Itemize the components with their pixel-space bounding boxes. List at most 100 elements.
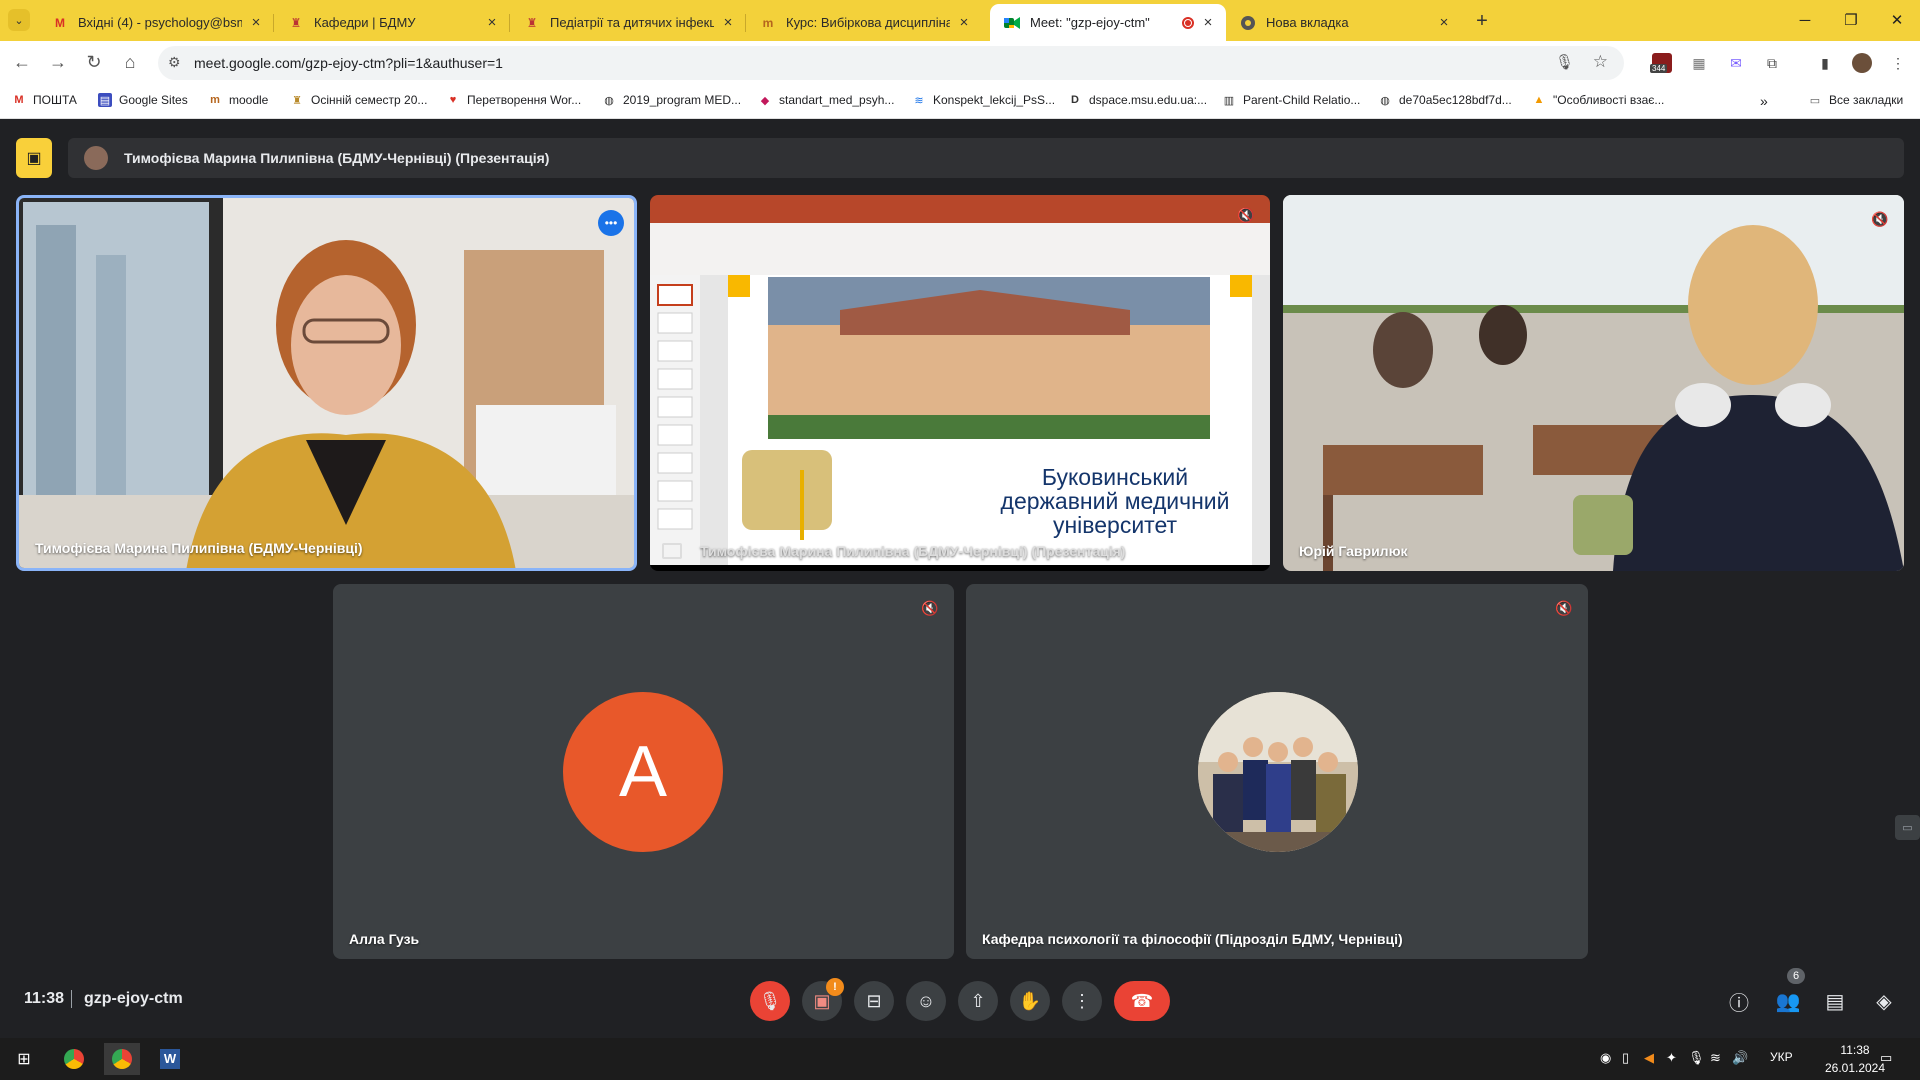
video-tile-classroom[interactable]: 🔇 Юрій Гаврилюк (1283, 195, 1904, 571)
bdmu-icon: ♜ (526, 15, 538, 30)
more-options-button[interactable]: ⋮ (1062, 981, 1102, 1021)
tab-strip: ⌄ M Вхідні (4) - psychology@bsmu.. × ♜ К… (0, 0, 1920, 41)
muted-microphone-icon: 🔇 (1237, 206, 1255, 223)
taskbar-chrome-active[interactable] (104, 1043, 140, 1075)
side-panel-icon[interactable]: ▮ (1815, 53, 1835, 73)
bookmark-star-icon[interactable]: ☆ (1593, 52, 1608, 72)
all-bookmarks-button[interactable]: ▭ Все закладки (1808, 93, 1903, 107)
bookmark-item[interactable]: Ddspace.msu.edu.ua:... (1068, 93, 1207, 107)
close-icon[interactable]: × (1436, 14, 1452, 31)
network-share-icon[interactable]: ✦ (1666, 1050, 1677, 1066)
chrome-icon (64, 1049, 84, 1069)
close-window-button[interactable]: ✕ (1884, 8, 1910, 32)
bookmark-item[interactable]: ▤ Google Sites (98, 93, 188, 107)
recording-indicator-icon (1182, 16, 1194, 29)
bookmark-item[interactable]: m moodle (208, 93, 268, 107)
leave-call-button[interactable]: ☎ (1114, 981, 1170, 1021)
extension-icon[interactable]: ▦ (1689, 53, 1709, 73)
extension-icon[interactable]: ✉ (1726, 53, 1746, 73)
bookmark-item[interactable]: ♥ Перетворення Wor... (446, 93, 581, 107)
more-vert-icon: ⋮ (1073, 990, 1091, 1011)
url-text[interactable]: meet.google.com/gzp-ejoy-ctm?pli=1&authu… (194, 55, 503, 71)
video-tile-presentation[interactable]: Буковинський державний медичний універси… (650, 195, 1270, 571)
captions-button[interactable]: ⊟ (854, 981, 894, 1021)
muted-microphone-icon: 🔇 (1871, 210, 1889, 227)
chrome-tray-icon[interactable]: ◉ (1600, 1050, 1611, 1066)
restore-button[interactable]: ❐ (1838, 8, 1864, 32)
close-icon[interactable]: × (484, 14, 500, 31)
emoji-icon: ☺ (916, 990, 936, 1011)
browser-menu-icon[interactable]: ⋮ (1888, 53, 1908, 73)
close-icon[interactable]: × (1200, 14, 1216, 31)
bookmark-item[interactable]: ▥ Parent-Child Relatio... (1222, 93, 1361, 107)
close-icon[interactable]: × (720, 14, 736, 31)
tab-gmail[interactable]: M Вхідні (4) - psychology@bsmu.. × (38, 4, 274, 41)
minimize-button[interactable]: ─ (1792, 8, 1818, 32)
classroom-video (1283, 195, 1904, 571)
bookmark-item[interactable]: ≋ Konspekt_lekcij_PsS... (912, 93, 1055, 107)
bdmu-icon: ♜ (290, 15, 302, 30)
bdmu-icon: ♜ (292, 94, 302, 107)
tab-pediatrics[interactable]: ♜ Педіатрії та дитячих інфекцій × (510, 4, 746, 41)
phone-hangup-icon: ☎ (1130, 990, 1154, 1011)
microphone-icon[interactable]: 🎙 (1688, 1050, 1705, 1066)
back-button[interactable]: ← (10, 50, 34, 74)
address-bar[interactable]: ⚙ meet.google.com/gzp-ejoy-ctm?pli=1&aut… (158, 46, 1624, 80)
participant-avatar (1198, 692, 1358, 852)
reactions-button[interactable]: ☺ (906, 981, 946, 1021)
bookmark-item[interactable]: ▲ "Особливості взає... (1532, 93, 1665, 107)
language-indicator[interactable]: УКР (1770, 1050, 1793, 1064)
bookmark-item[interactable]: M ПОШТА (12, 93, 77, 107)
tab-meet[interactable]: Meet: "gzp-ejoy-ctm" × (990, 4, 1226, 41)
participant-name: Юрій Гаврилюк (1299, 543, 1408, 559)
video-tile-presenter[interactable]: ••• Тимофієва Марина Пилипівна (БДМУ-Чер… (16, 195, 637, 571)
profile-avatar[interactable] (1852, 53, 1872, 73)
taskbar-word[interactable]: W (152, 1043, 188, 1075)
meeting-code: gzp-ejoy-ctm (84, 990, 183, 1007)
video-tile-department[interactable]: 🔇 Кафедра психології та філософії (Підро… (966, 584, 1588, 959)
tab-kafedry[interactable]: ♜ Кафедри | БДМУ × (274, 4, 510, 41)
bookmark-item[interactable]: ◍ 2019_program MED... (602, 93, 741, 107)
notifications-icon[interactable]: ▭ (1880, 1050, 1892, 1066)
stop-presenting-icon[interactable]: ▣ (16, 138, 52, 178)
start-button[interactable]: ⊞ (6, 1043, 42, 1075)
volume-icon[interactable]: 🔊 (1732, 1050, 1748, 1066)
info-icon: ⓘ (1729, 992, 1749, 1015)
tab-new[interactable]: Нова вкладка × (1226, 4, 1462, 41)
bookmark-item[interactable]: ◆ standart_med_psyh... (758, 93, 895, 107)
bookmark-item[interactable]: ♜ Осінній семестр 20... (290, 93, 427, 107)
activities-button[interactable]: ◈ (1869, 986, 1899, 1016)
calendar-extension-icon[interactable]: 344 (1650, 53, 1672, 73)
bookmark-item[interactable]: ◍ de70a5ec128bdf7d... (1378, 93, 1512, 107)
diamond-icon: ◆ (760, 94, 770, 107)
meeting-details-button[interactable]: ⓘ (1724, 986, 1754, 1016)
people-button[interactable]: 👥 (1773, 986, 1803, 1016)
taskbar-chrome[interactable] (56, 1043, 92, 1075)
new-tab-button[interactable]: + (1470, 9, 1494, 33)
globe-icon: ◍ (604, 94, 614, 107)
close-icon[interactable]: × (248, 14, 264, 31)
microphone-icon[interactable]: 🎙 (1555, 53, 1574, 71)
chat-icon: ▤ (1825, 990, 1845, 1013)
present-now-button[interactable]: ⇧ (958, 981, 998, 1021)
meeting-clock: 11:38 (24, 990, 65, 1007)
reload-button[interactable]: ↻ (82, 50, 106, 74)
microphone-off-button[interactable]: 🎙 (750, 981, 790, 1021)
speaker-tray-icon[interactable]: ◀ (1644, 1050, 1654, 1066)
tab-search-button[interactable]: ⌄ (8, 9, 30, 31)
raise-hand-button[interactable]: ✋ (1010, 981, 1050, 1021)
close-icon[interactable]: × (956, 14, 972, 31)
extensions-puzzle-icon[interactable]: ⧉ (1762, 53, 1782, 73)
site-info-icon[interactable]: ⚙ (168, 54, 181, 71)
tab-course[interactable]: m Курс: Вибіркова дисципліна 3 × (746, 4, 982, 41)
bookmarks-overflow-icon[interactable]: » (1760, 93, 1768, 109)
chat-button[interactable]: ▤ (1820, 986, 1850, 1016)
side-panel-toggle-icon[interactable]: ▭ (1895, 815, 1920, 840)
home-button[interactable]: ⌂ (118, 50, 142, 74)
wifi-icon[interactable]: ≋ (1710, 1050, 1721, 1066)
usb-icon[interactable]: ▯ (1622, 1050, 1629, 1066)
video-tile-alla[interactable]: А 🔇 Алла Гузь (333, 584, 954, 959)
folder-icon: ▭ (1809, 94, 1821, 107)
more-options-icon[interactable]: ••• (598, 210, 624, 236)
forward-button[interactable]: → (46, 50, 70, 74)
